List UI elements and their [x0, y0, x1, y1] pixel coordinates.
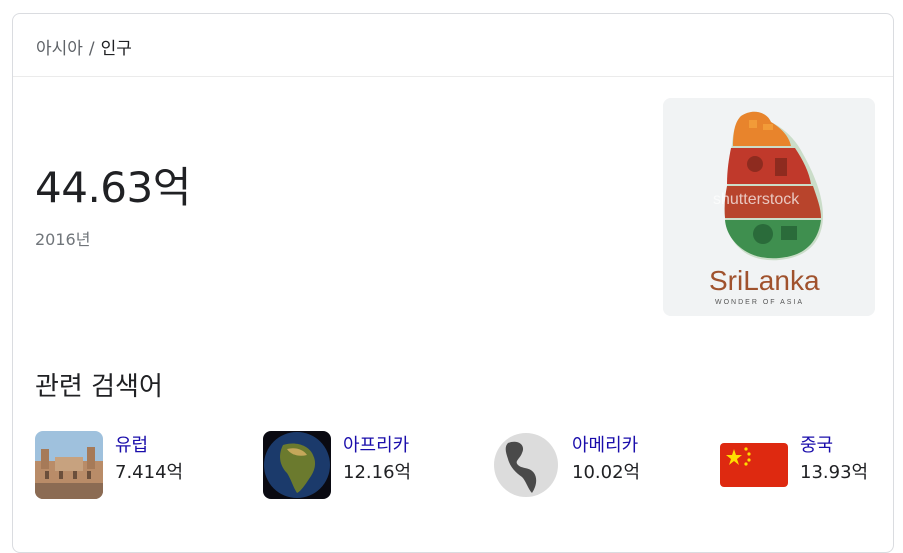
americas-globe-image [492, 431, 560, 499]
related-item-value: 7.414억 [115, 462, 184, 483]
image-caption: SriLanka [709, 265, 820, 296]
related-item-name[interactable]: 중국 [800, 431, 833, 457]
related-item-value: 12.16억 [343, 462, 412, 483]
related-item-value: 10.02억 [572, 462, 641, 483]
related-item-name[interactable]: 아프리카 [343, 431, 409, 457]
divider [13, 76, 893, 77]
related-item-value: 13.93억 [800, 462, 869, 483]
sri-lanka-image[interactable]: shutterstock SriLanka WONDER OF ASIA [663, 98, 875, 316]
population-year: 2016년 [35, 230, 91, 249]
related-item-europe[interactable]: 유럽 7.414억 [35, 431, 255, 501]
related-item-china[interactable]: 중국 13.93억 [720, 431, 903, 501]
related-item-name[interactable]: 유럽 [115, 431, 148, 457]
breadcrumb-separator: / [88, 39, 95, 59]
image-subcaption: WONDER OF ASIA [715, 299, 804, 306]
china-flag-image [720, 431, 788, 499]
related-item-africa[interactable]: 아프리카 12.16억 [263, 431, 483, 501]
breadcrumb-parent[interactable]: 아시아 [36, 39, 83, 59]
africa-globe-image [263, 431, 331, 499]
europe-building-image [35, 431, 103, 499]
breadcrumb-current: 인구 [100, 39, 132, 59]
image-watermark: shutterstock [713, 191, 800, 208]
population-value: 44.63억 [35, 163, 191, 212]
sri-lanka-map-illustration: shutterstock SriLanka WONDER OF ASIA [663, 98, 875, 316]
related-item-name[interactable]: 아메리카 [572, 431, 638, 457]
breadcrumb: 아시아 / 인구 [36, 34, 132, 59]
population-card: 아시아 / 인구 44.63억 2016년 shutterstock SriLank… [12, 13, 894, 553]
related-searches-title: 관련 검색어 [35, 372, 163, 402]
related-item-americas[interactable]: 아메리카 10.02억 [492, 431, 712, 501]
